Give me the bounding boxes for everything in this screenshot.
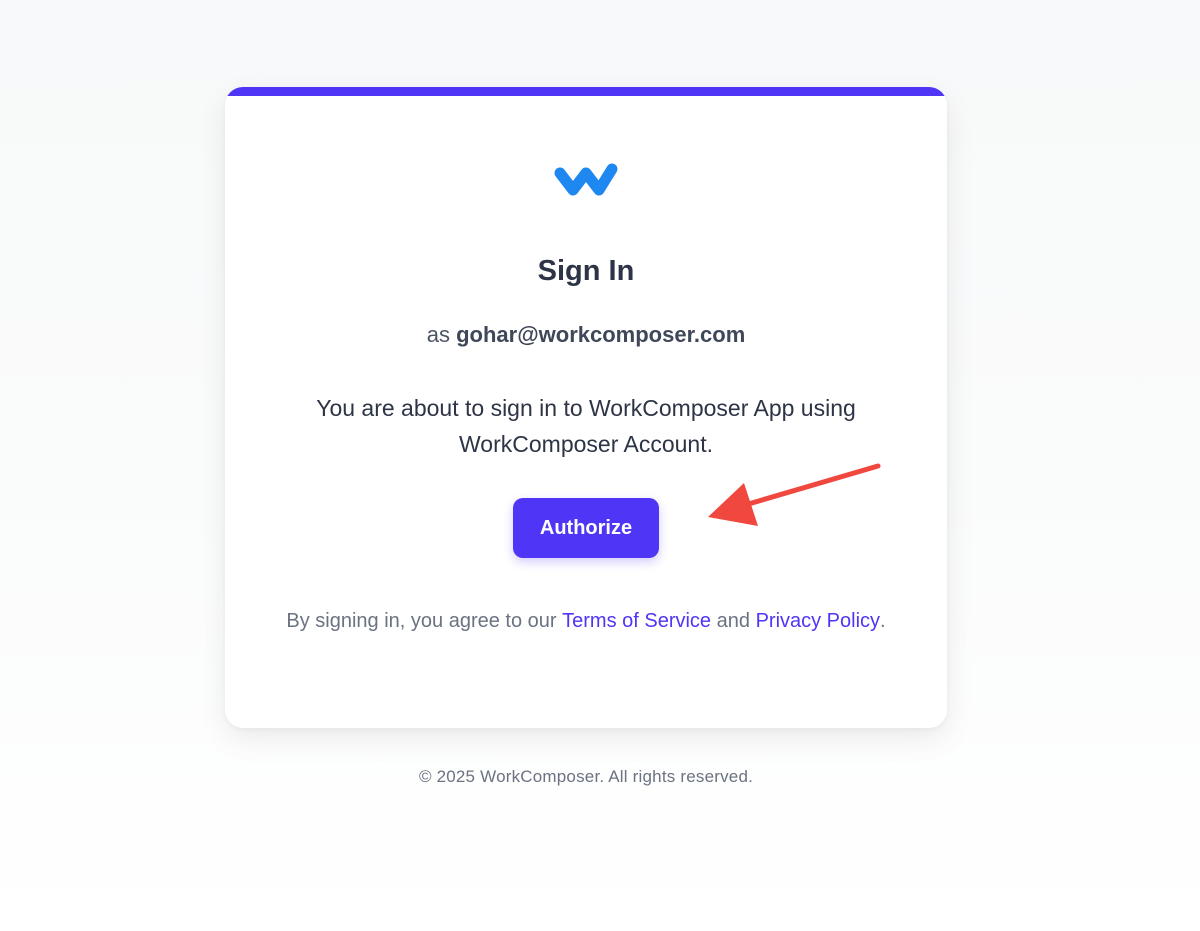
account-prefix: as (426, 322, 450, 347)
page-title: Sign In (537, 255, 635, 287)
privacy-policy-link[interactable]: Privacy Policy (756, 610, 880, 632)
legal-suffix: . (880, 610, 886, 632)
workcomposer-logo-icon (552, 159, 620, 203)
legal-prefix: By signing in, you agree to our (286, 610, 557, 632)
sign-in-message: You are about to sign in to WorkComposer… (316, 395, 856, 457)
legal-notice: By signing in, you agree to our Terms of… (285, 606, 887, 636)
signed-in-account: as gohar@workcomposer.com (225, 320, 947, 350)
terms-of-service-link[interactable]: Terms of Service (562, 610, 711, 632)
account-email: gohar@workcomposer.com (456, 322, 746, 347)
authorize-button[interactable]: Authorize (513, 498, 659, 558)
legal-conjunction: and (716, 610, 750, 632)
sign-in-card: Sign In as gohar@workcomposer.com You ar… (225, 87, 947, 728)
footer-copyright: © 2025 WorkComposer. All rights reserved… (418, 767, 754, 786)
card-accent-bar (225, 87, 947, 96)
